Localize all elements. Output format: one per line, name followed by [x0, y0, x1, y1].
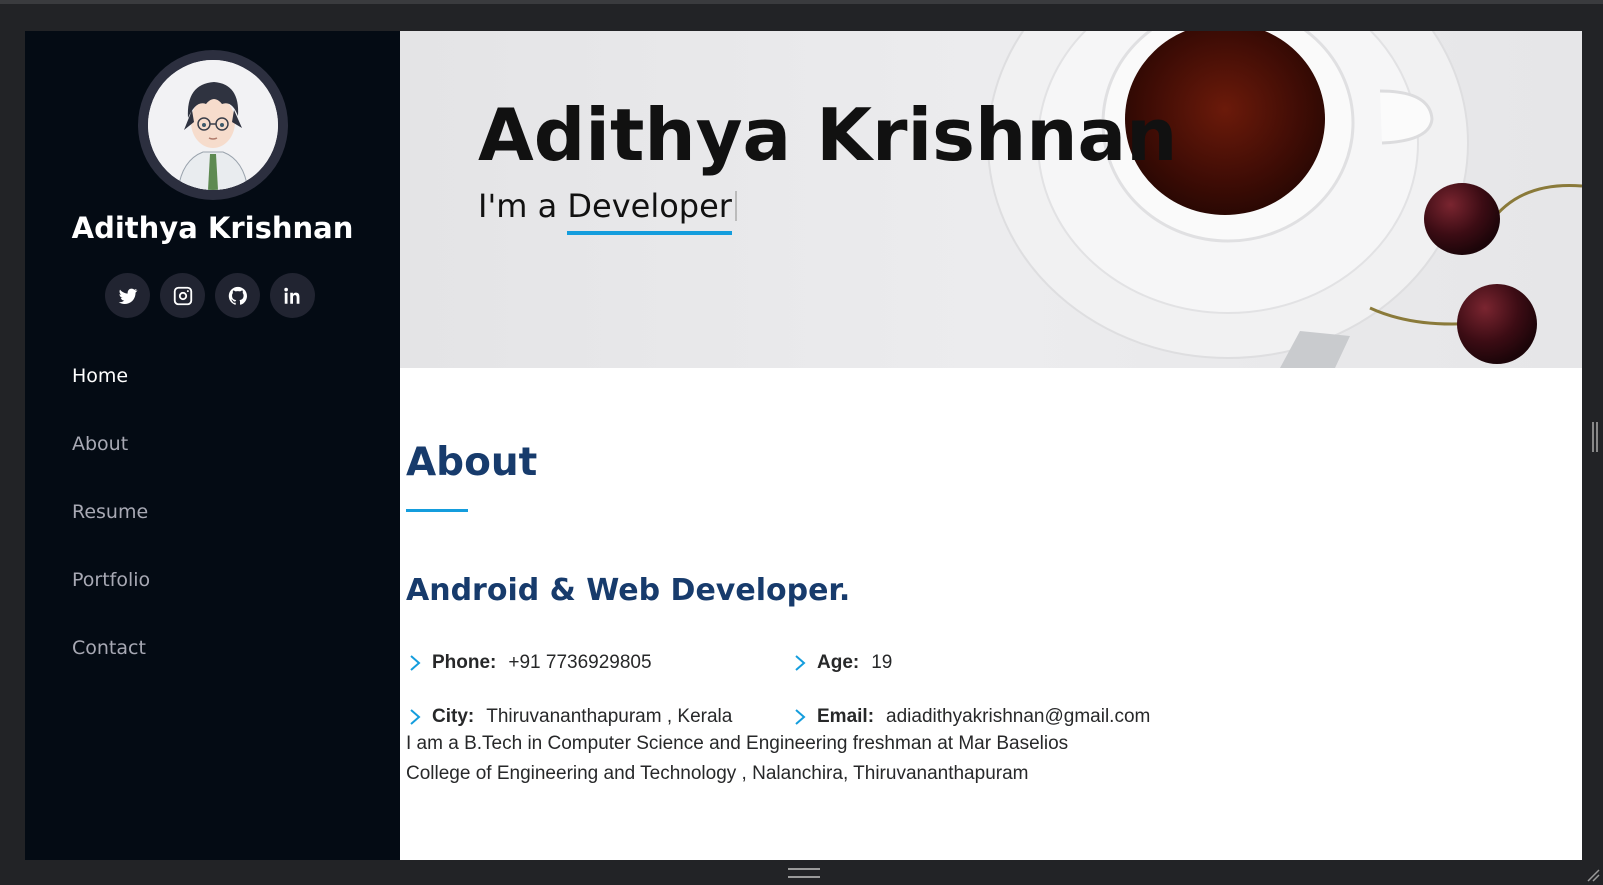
avatar: [148, 60, 278, 190]
hero-name: Adithya Krishnan: [478, 93, 1178, 177]
age-value: 19: [871, 652, 893, 673]
nav-item-portfolio[interactable]: Portfolio: [72, 569, 150, 637]
typing-cursor: [734, 191, 737, 221]
instagram-icon: [173, 286, 192, 305]
chevron-right-icon: [406, 654, 424, 672]
chevron-right-icon: [791, 708, 809, 726]
sidebar: Adithya Krishnan Home About Resume Portf…: [25, 31, 400, 860]
nav-item-contact[interactable]: Contact: [72, 637, 150, 705]
info-phone: Phone: +91 7736929805: [406, 652, 652, 674]
twitter-icon: [118, 288, 137, 304]
info-age: Age: 19: [791, 652, 892, 674]
city-value: Thiruvananthapuram , Kerala: [486, 706, 733, 727]
resize-corner-icon[interactable]: [1586, 868, 1600, 882]
hero-subtitle: I'm a Developer: [478, 187, 737, 235]
city-label: City:: [432, 706, 475, 727]
bio-line-2: College of Engineering and Technology , …: [406, 763, 1029, 784]
email-value: adiadithyakrishnan@gmail.com: [886, 706, 1151, 727]
instagram-link[interactable]: [160, 273, 205, 318]
chevron-right-icon: [791, 654, 809, 672]
twitter-link[interactable]: [105, 273, 150, 318]
about-bio: I am a B.Tech in Computer Science and En…: [406, 729, 1186, 789]
role-heading: Android & Web Developer.: [406, 573, 851, 608]
linkedin-link[interactable]: [270, 273, 315, 318]
github-link[interactable]: [215, 273, 260, 318]
bottom-resize-grip[interactable]: [788, 868, 820, 878]
bio-line-1: I am a B.Tech in Computer Science and En…: [406, 733, 1069, 754]
phone-value: +91 7736929805: [508, 652, 652, 673]
profile-avatar-ring: [138, 50, 288, 200]
typed-role: Developer: [567, 187, 732, 235]
info-city: City: Thiruvananthapuram , Kerala: [406, 706, 732, 728]
email-label: Email:: [817, 706, 875, 727]
avatar-illustration: [148, 60, 278, 190]
nav-item-home[interactable]: Home: [72, 365, 150, 433]
about-title: About: [406, 440, 538, 485]
about-title-underline: [406, 509, 468, 512]
chevron-right-icon: [406, 708, 424, 726]
profile-name: Adithya Krishnan: [71, 211, 354, 245]
nav-item-about[interactable]: About: [72, 433, 150, 501]
hero-subtitle-prefix: I'm a: [478, 187, 568, 225]
phone-label: Phone:: [432, 652, 497, 673]
side-resize-handle[interactable]: [1592, 422, 1598, 452]
about-section: About Android & Web Developer. Phone: +9…: [406, 368, 1556, 860]
linkedin-icon: [283, 287, 299, 304]
browser-viewport: Adithya Krishnan Home About Resume Portf…: [25, 31, 1582, 860]
window-top-bar: [0, 0, 1603, 4]
nav-item-resume[interactable]: Resume: [72, 501, 150, 569]
hero-section: Adithya Krishnan I'm a Developer: [400, 31, 1582, 368]
sidebar-nav: Home About Resume Portfolio Contact: [72, 365, 150, 705]
github-icon: [228, 286, 247, 305]
social-links: [105, 273, 315, 318]
age-label: Age:: [817, 652, 860, 673]
info-email: Email: adiadithyakrishnan@gmail.com: [791, 706, 1150, 728]
